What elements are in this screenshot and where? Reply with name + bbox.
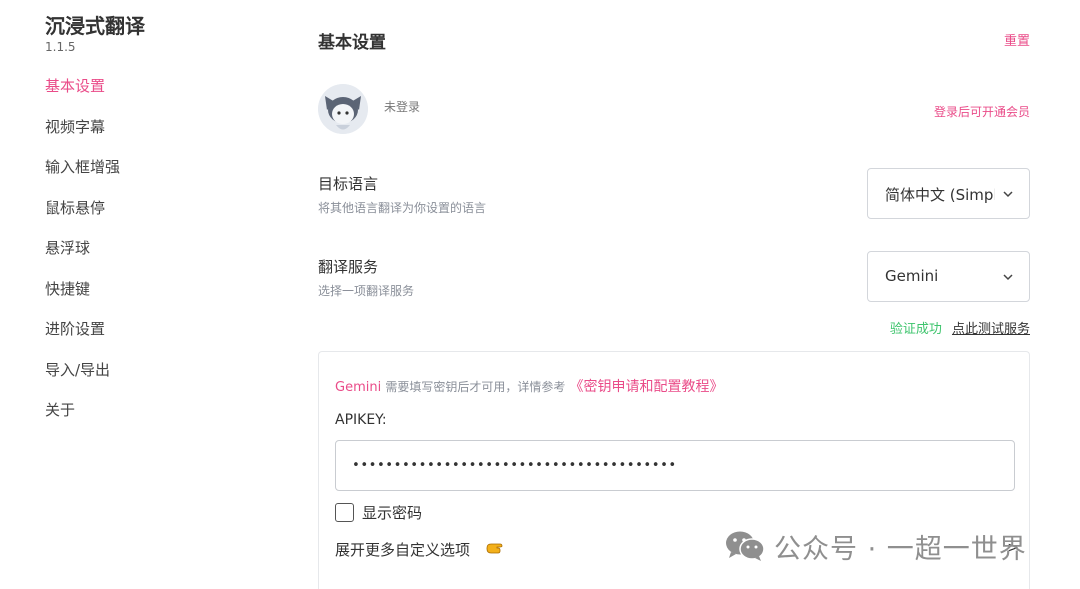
verify-row: 验证成功 点此测试服务 <box>890 318 1030 337</box>
reset-button[interactable]: 重置 <box>1004 30 1030 49</box>
translate-service-description: 选择一项翻译服务 <box>318 284 415 298</box>
pointing-hand-icon <box>486 543 503 554</box>
show-password-label[interactable]: 显示密码 <box>362 502 422 523</box>
member-login-link[interactable]: 登录后可开通会员 <box>934 103 1030 120</box>
avatar[interactable] <box>318 84 368 134</box>
service-name: Gemini <box>335 380 382 395</box>
watermark: 公众号 · 一超一世界 <box>724 528 1027 565</box>
wechat-icon <box>726 531 765 561</box>
sidebar-item-mouse-hover[interactable]: 鼠标悬停 <box>45 196 120 237</box>
sidebar-item-advanced[interactable]: 进阶设置 <box>45 317 120 358</box>
test-service-link[interactable]: 点此测试服务 <box>952 322 1030 337</box>
chevron-down-icon <box>1003 191 1013 198</box>
sidebar-item-floating-ball[interactable]: 悬浮球 <box>45 236 120 277</box>
target-language-description: 将其他语言翻译为你设置的语言 <box>318 201 487 215</box>
avatar-cat-icon <box>318 84 368 134</box>
page-title: 基本设置 <box>318 33 386 53</box>
sidebar-item-about[interactable]: 关于 <box>45 398 120 439</box>
translate-service-label: 翻译服务 <box>318 258 379 276</box>
apikey-input[interactable] <box>335 440 1015 491</box>
service-note-text: 需要填写密钥后才可用，详情参考 <box>385 380 566 394</box>
service-note: Gemini 需要填写密钥后才可用，详情参考 《密钥申请和配置教程》 <box>335 376 724 396</box>
translate-service-value: Gemini <box>885 267 939 285</box>
app-title: 沉浸式翻译 <box>45 14 145 38</box>
translate-service-select[interactable]: Gemini <box>867 251 1030 302</box>
target-language-value: 简体中文 (Simplified Chinese) <box>885 186 995 204</box>
app-version: 1.1.5 <box>45 40 76 54</box>
sidebar-item-video-subtitles[interactable]: 视频字幕 <box>45 115 120 156</box>
login-status: 未登录 <box>384 100 421 114</box>
show-password-checkbox[interactable] <box>335 503 354 522</box>
target-language-select[interactable]: 简体中文 (Simplified Chinese) <box>867 168 1030 219</box>
watermark-text: 公众号 · 一超一世界 <box>774 533 1027 565</box>
sidebar-item-import-export[interactable]: 导入/导出 <box>45 358 120 399</box>
sidebar-item-basic-settings[interactable]: 基本设置 <box>45 74 120 115</box>
target-language-label: 目标语言 <box>318 175 379 193</box>
tutorial-link[interactable]: 《密钥申请和配置教程》 <box>570 379 724 395</box>
sidebar-item-input-enhance[interactable]: 输入框增强 <box>45 155 120 196</box>
sidebar: 沉浸式翻译 1.1.5 基本设置 视频字幕 输入框增强 鼠标悬停 悬浮球 快捷键… <box>0 0 260 589</box>
main-panel: 基本设置 重置 未登录 登录后可开通会员 目标语言 将其他语言翻译为你设置的语言… <box>318 0 1030 589</box>
more-options-toggle[interactable]: 展开更多自定义选项 <box>335 539 470 560</box>
sidebar-item-shortcuts[interactable]: 快捷键 <box>45 277 120 318</box>
chevron-down-icon <box>1003 274 1013 281</box>
verify-status: 验证成功 <box>889 322 942 337</box>
apikey-label: APIKEY: <box>335 412 387 428</box>
sidebar-nav: 基本设置 视频字幕 输入框增强 鼠标悬停 悬浮球 快捷键 进阶设置 导入/导出 … <box>45 74 120 439</box>
